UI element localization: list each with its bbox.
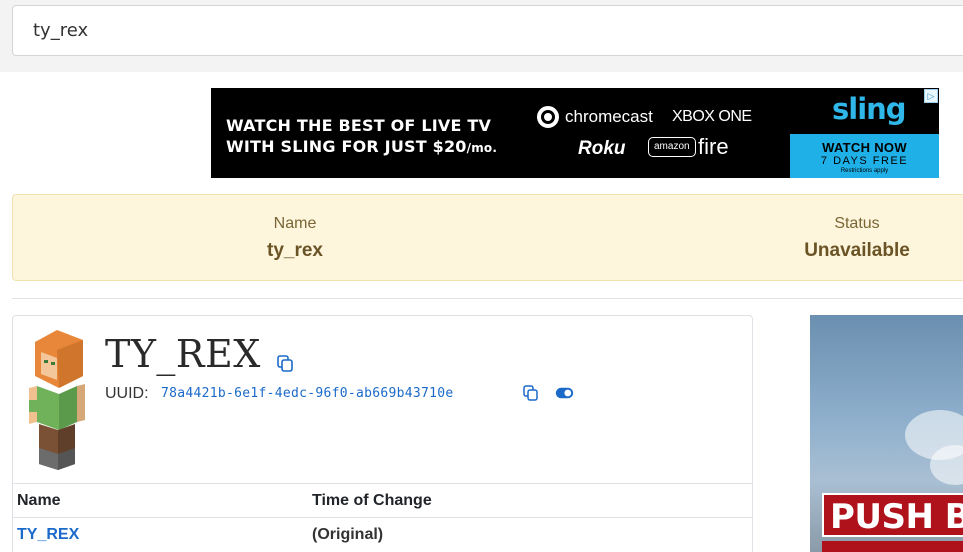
ad-cta-sub: 7 DAYS FREE [820, 155, 909, 167]
search-input[interactable]: ty_rex [12, 5, 963, 56]
history-time: (Original) [312, 526, 384, 543]
sling-logo: sling [832, 92, 907, 126]
status-label: Status [834, 215, 880, 232]
uuid-value[interactable]: 78a4421b-6e1f-4edc-96f0-ab669b43710e [161, 386, 454, 401]
search-bar-region: ty_rex [0, 0, 963, 72]
chromecast-logo: chromecast [537, 106, 653, 128]
column-header-name: Name [17, 492, 61, 509]
xbox-one-logo: XBOX ONE [672, 108, 752, 125]
section-divider [12, 298, 963, 299]
side-ad[interactable]: PUSH BU [810, 315, 963, 552]
uuid-label: UUID: [105, 385, 149, 402]
name-status-card: Name ty_rex Status Unavailable [12, 194, 963, 281]
profile-title: TY_REX [105, 332, 261, 376]
ad-headline: WATCH THE BEST OF LIVE TV WITH SLING FOR… [226, 115, 497, 159]
ad-headline-line2: WITH SLING FOR JUST $20/mo. [226, 137, 498, 156]
fire-logo: fire [698, 134, 729, 159]
table-header: Name Time of Change [13, 483, 752, 518]
name-column: Name ty_rex [225, 195, 365, 262]
namemc-profile-page: ty_rex WATCH THE BEST OF LIVE TV WITH SL… [0, 0, 963, 552]
side-ad-subbar [822, 541, 963, 552]
adchoices-icon[interactable]: ▷ [924, 89, 938, 103]
ad-cta-button[interactable]: WATCH NOW 7 DAYS FREE Restrictions apply [790, 134, 939, 178]
column-header-time: Time of Change [312, 492, 432, 509]
amazon-logo: amazon [648, 137, 696, 157]
status-value: Unavailable [804, 240, 910, 261]
ad-cta-label: WATCH NOW [822, 140, 907, 155]
name-value: ty_rex [267, 240, 323, 261]
sling-banner-ad[interactable]: WATCH THE BEST OF LIVE TV WITH SLING FOR… [211, 88, 939, 178]
roku-logo: Roku [578, 138, 626, 159]
table-row: TY_REX (Original) [13, 518, 752, 552]
side-ad-banner: PUSH BU [822, 493, 963, 537]
ad-headline-line1: WATCH THE BEST OF LIVE TV [226, 116, 492, 135]
copy-uuid-icon[interactable] [523, 385, 538, 401]
ad-cta-fine-print: Restrictions apply [840, 168, 889, 174]
profile-card: TY_REX UUID: 78a4421b-6e1f-4edc-96f0-ab6… [12, 315, 753, 552]
history-name-link[interactable]: TY_REX [17, 526, 79, 544]
uuid-format-toggle-icon[interactable] [555, 387, 574, 399]
name-label: Name [273, 215, 317, 232]
player-skin-render[interactable] [27, 330, 89, 470]
sling-panel: sling WATCH NOW 7 DAYS FREE Restrictions… [790, 88, 939, 178]
chrome-icon [537, 106, 559, 128]
copy-icon[interactable] [277, 355, 293, 372]
side-ad-text: PUSH BU [830, 497, 963, 537]
status-column: Status Unavailable [787, 195, 927, 262]
